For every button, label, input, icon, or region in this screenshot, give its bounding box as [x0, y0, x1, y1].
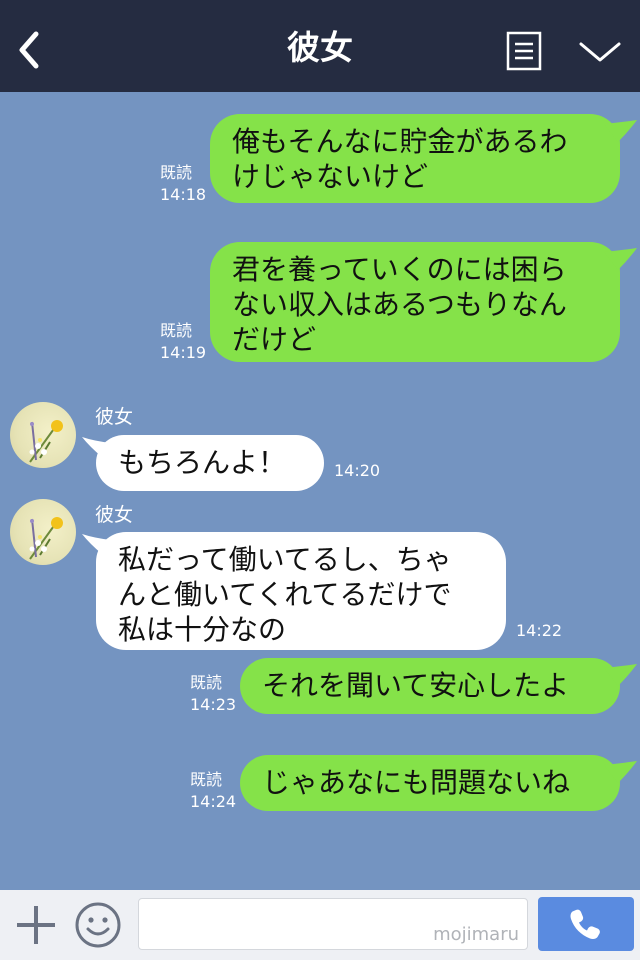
bubble-tail — [604, 120, 637, 142]
message-line: んと働いてくれてるだけで — [118, 578, 452, 611]
message-time: 14:22 — [516, 621, 563, 640]
bubble-tail — [604, 761, 637, 783]
message-line: それを聞いて安心したよ — [262, 669, 570, 702]
my-message-bubble[interactable]: 俺もそんなに貯金があるわ けじゃないけど — [210, 114, 620, 203]
message-time: 14:20 — [334, 461, 381, 480]
message-time: 14:18 — [160, 185, 207, 204]
message-line: じゃあなにも問題ないね — [262, 766, 571, 799]
chat-header: 彼女 — [0, 0, 640, 92]
contact-avatar[interactable] — [10, 499, 76, 565]
message-time: 14:24 — [190, 792, 237, 811]
smile-icon[interactable] — [74, 901, 122, 949]
document-list-icon[interactable] — [506, 31, 542, 71]
plus-icon[interactable] — [14, 903, 58, 947]
my-message-bubble[interactable]: じゃあなにも問題ないね — [240, 755, 620, 811]
message-line: だけど — [232, 323, 317, 356]
call-button[interactable] — [538, 897, 634, 951]
message-line: もちろんよ！ — [118, 446, 287, 479]
sender-name: 彼女 — [95, 406, 134, 428]
message-line: 私だって働いてるし、ちゃ — [118, 543, 452, 576]
read-receipt: 既読 — [160, 321, 193, 340]
message-time: 14:23 — [190, 695, 237, 714]
my-message-bubble[interactable]: それを聞いて安心したよ — [240, 658, 620, 714]
watermark-text: mojimaru — [433, 924, 519, 945]
message-line: 君を養っていくのには困ら — [232, 253, 567, 286]
message-meta: 既読 14:18 — [160, 162, 206, 206]
message-input[interactable]: mojimaru — [138, 898, 528, 950]
flower-icon — [29, 420, 63, 463]
their-message-bubble[interactable]: 私だって働いてるし、ちゃ んと働いてくれてるだけで 私は十分なの — [96, 532, 506, 650]
chevron-down-icon[interactable] — [578, 40, 622, 64]
message-meta: 既読 14:23 — [190, 672, 236, 716]
their-message-bubble[interactable]: もちろんよ！ — [96, 435, 324, 491]
read-receipt: 既読 — [190, 770, 223, 789]
flower-icon — [29, 517, 63, 560]
chat-title: 彼女 — [287, 28, 353, 67]
my-message-bubble[interactable]: 君を養っていくのには困ら ない収入はあるつもりなん だけど — [210, 242, 620, 362]
sender-name: 彼女 — [95, 504, 134, 526]
message-list[interactable]: 既読 14:18 俺もそんなに貯金があるわ けじゃないけど 既読 14:19 君… — [0, 92, 640, 890]
message-meta: 既読 14:24 — [190, 769, 236, 813]
contact-avatar[interactable] — [10, 402, 76, 468]
message-time: 14:19 — [160, 343, 207, 362]
read-receipt: 既読 — [190, 673, 223, 692]
bubble-tail — [604, 248, 637, 270]
composer-bar: mojimaru — [0, 890, 640, 960]
message-line: 俺もそんなに貯金があるわ — [232, 125, 568, 158]
read-receipt: 既読 — [160, 163, 193, 182]
bubble-tail — [604, 664, 637, 686]
message-meta: 既読 14:19 — [160, 320, 206, 364]
message-line: けじゃないけど — [232, 160, 429, 193]
message-line: 私は十分なの — [118, 613, 287, 646]
message-line: ない収入はあるつもりなん — [232, 288, 567, 321]
phone-icon — [570, 909, 600, 939]
